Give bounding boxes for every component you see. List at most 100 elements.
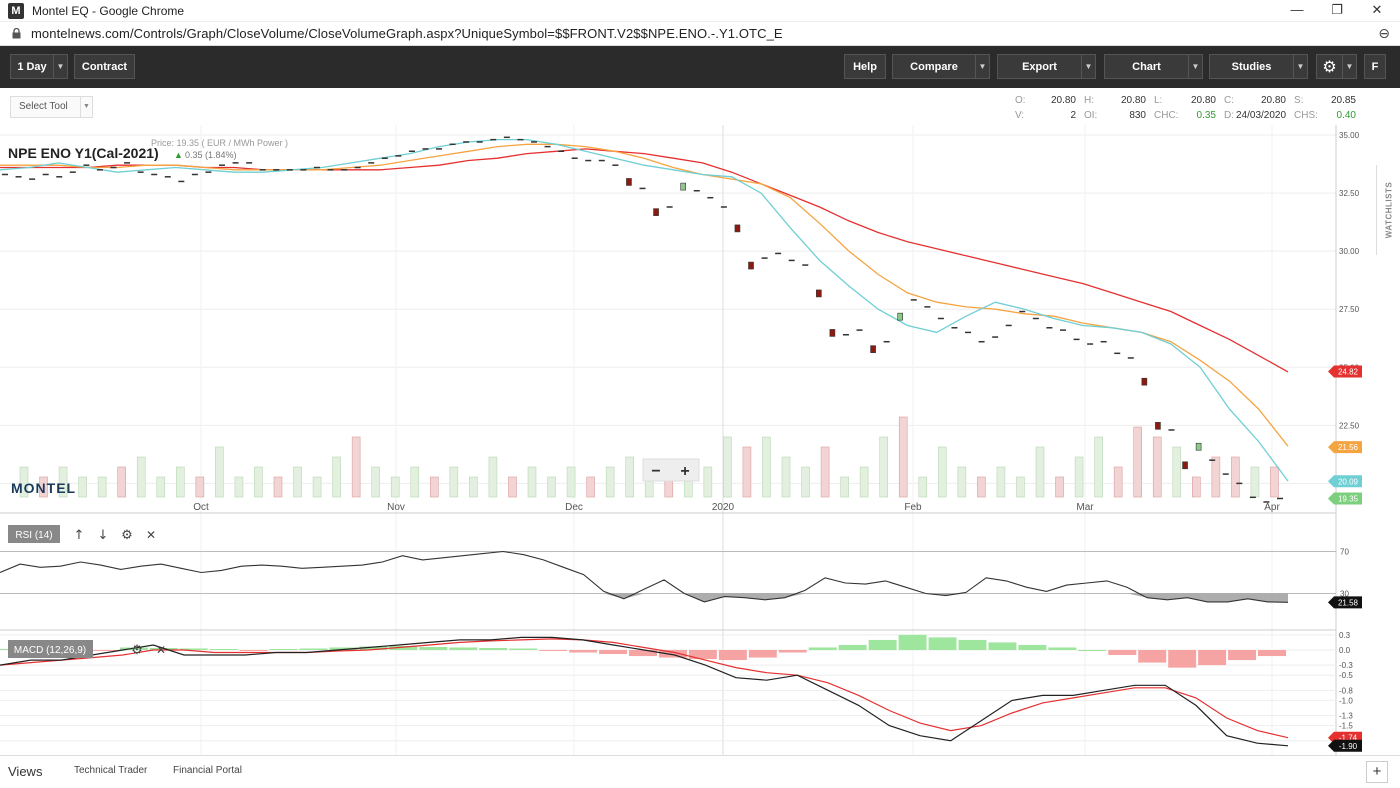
price-marks (2, 136, 1283, 503)
x-tick-label: Dec (565, 502, 583, 513)
volume-bar (898, 416, 908, 498)
compare-button[interactable]: Compare ▼ (892, 54, 990, 79)
rsi-last-text: 21.58 (1338, 598, 1359, 607)
volume-bar (938, 446, 947, 498)
arrow-up-icon[interactable]: ↑ (74, 528, 85, 543)
macd-histogram-bar (419, 646, 448, 650)
zoom-out-button[interactable]: − (651, 463, 660, 480)
rsi-pane: 703021.58 (0, 548, 1362, 609)
macd-histogram-bar (748, 650, 777, 658)
value-oi: 830 (1129, 110, 1146, 121)
volume-bar (273, 476, 283, 498)
volume-bar (508, 476, 517, 498)
chevron-down-icon[interactable]: ▼ (53, 55, 67, 78)
macd-histogram-bar (1138, 650, 1167, 663)
candle (816, 289, 822, 298)
value-chc: 0.35 (1196, 110, 1216, 121)
volume-bar (1133, 426, 1142, 498)
value-v: 2 (1070, 110, 1076, 121)
macd-tick-label: -1.0 (1339, 696, 1353, 705)
montel-watermark: MONTEL (11, 480, 76, 496)
value-o: 20.80 (1050, 95, 1076, 106)
zoom-in-button[interactable]: + (680, 463, 689, 480)
chevron-down-icon[interactable]: ▼ (1081, 55, 1095, 78)
rsi-line (0, 550, 1289, 603)
volume-bar (918, 476, 928, 498)
zoom-controls[interactable]: − + (642, 458, 700, 482)
volume-bar (1074, 456, 1084, 498)
macd-tick-label: -0.8 (1339, 686, 1353, 695)
rsi-label: RSI (14) (15, 530, 52, 541)
chevron-down-icon[interactable]: ▼ (1342, 55, 1356, 78)
volume-bar (605, 466, 615, 498)
x-tick-label: Apr (1264, 502, 1280, 513)
label-d: D: (1224, 110, 1234, 121)
macd-histogram-bar (1078, 650, 1107, 651)
gear-icon[interactable]: ⚙ (121, 528, 133, 543)
macd-tick-label: 0.0 (1339, 646, 1351, 655)
chevron-down-icon[interactable]: ▼ (1188, 55, 1202, 78)
volume-bar (820, 446, 830, 498)
chart-button[interactable]: Chart ▼ (1104, 54, 1203, 79)
macd-histogram-bar (299, 648, 328, 650)
macd-histogram-bar (1048, 647, 1077, 650)
ma-line-orange (0, 143, 1289, 447)
volume-bar (176, 466, 185, 498)
volume-bar (449, 466, 459, 498)
url-text[interactable]: montelnews.com/Controls/Graph/CloseVolum… (31, 26, 783, 41)
macd-tick-label: 0.3 (1339, 631, 1351, 640)
watchlists-tab[interactable]: WATCHLISTS (1376, 165, 1400, 255)
candle (653, 208, 659, 216)
chart-label: Chart (1132, 60, 1161, 73)
tab-technical-trader[interactable]: Technical Trader (74, 765, 147, 776)
select-tool-dropdown[interactable]: Select Tool ▼ (10, 96, 93, 118)
macd-histogram-bar (1228, 650, 1257, 661)
close-window-button[interactable]: ✕ (1354, 0, 1400, 22)
volume-bars (19, 416, 1279, 498)
volume-bar (78, 476, 87, 498)
label-s: S: (1294, 95, 1304, 106)
compare-label: Compare (910, 60, 958, 73)
close-icon[interactable]: ✕ (156, 643, 166, 657)
close-icon[interactable]: ✕ (146, 528, 156, 542)
views-bar: Views Technical Trader Financial Portal … (0, 755, 1400, 788)
arrow-down-icon[interactable]: ↓ (98, 528, 109, 543)
volume-bar (1192, 476, 1201, 498)
chevron-down-icon[interactable]: ▼ (975, 55, 989, 78)
volume-bar (410, 466, 420, 498)
volume-bar (781, 456, 791, 498)
chevron-down-icon[interactable]: ▼ (80, 97, 92, 117)
volume-bar (723, 436, 732, 498)
last-value-text: 20.09 (1338, 477, 1359, 486)
candle (734, 224, 741, 233)
settings-button[interactable]: ⚙ ▼ (1316, 54, 1357, 79)
f-button[interactable]: F (1364, 54, 1386, 79)
price-chart[interactable]: 35.0032.5030.0027.5025.0022.5020.00 OctN… (0, 125, 1376, 755)
gear-icon: ⚙ (1322, 58, 1337, 76)
volume-bar (390, 476, 400, 498)
ma-line-cyan (0, 138, 1289, 482)
volume-bar (1270, 466, 1279, 498)
zoom-icon[interactable]: ⊖ (1378, 25, 1390, 42)
add-view-button[interactable]: + (1366, 761, 1388, 783)
candle (680, 182, 686, 191)
macd-histogram-bar (928, 637, 957, 650)
volume-bar (1035, 446, 1045, 498)
label-o: O: (1015, 95, 1026, 106)
contract-button[interactable]: Contract (74, 54, 135, 79)
export-button[interactable]: Export ▼ (997, 54, 1096, 79)
chevron-down-icon[interactable]: ▼ (1293, 55, 1307, 78)
x-tick-label: Feb (904, 502, 922, 513)
volume-bar (136, 456, 146, 498)
volume-bar (703, 466, 713, 498)
macd-histogram-bar (1018, 644, 1047, 650)
volume-bar (859, 466, 869, 498)
gear-icon[interactable]: ⚙ (131, 643, 143, 658)
tab-financial-portal[interactable]: Financial Portal (173, 765, 242, 776)
address-bar[interactable]: montelnews.com/Controls/Graph/CloseVolum… (0, 22, 1400, 46)
studies-button[interactable]: Studies ▼ (1209, 54, 1308, 79)
macd-histogram-bar (539, 650, 568, 652)
views-label[interactable]: Views (8, 764, 42, 779)
interval-button[interactable]: 1 Day ▼ (10, 54, 68, 79)
help-button[interactable]: Help (844, 54, 886, 79)
